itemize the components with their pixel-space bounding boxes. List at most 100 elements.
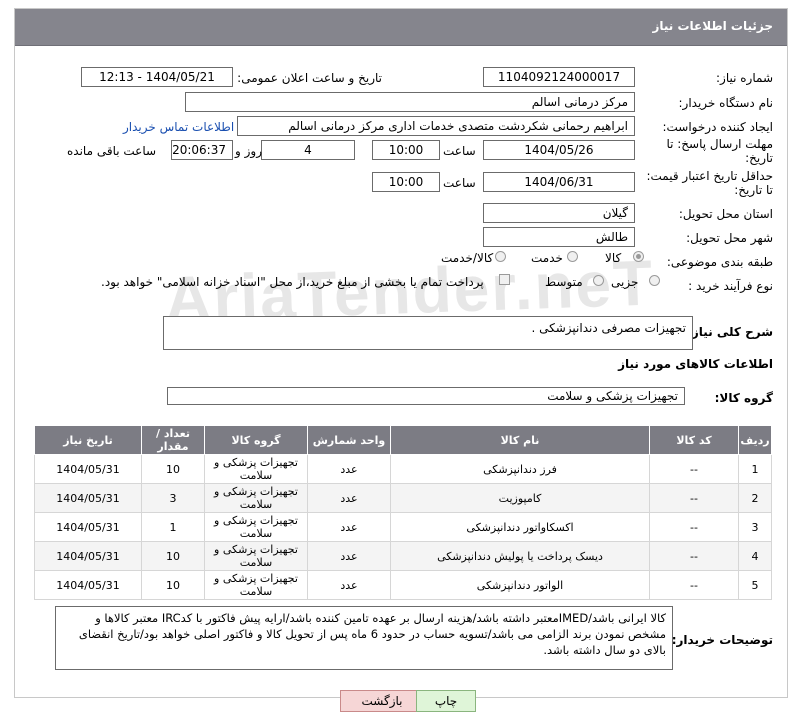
row-index: 2 [738, 483, 772, 513]
row-group: تجهیزات پزشکی و سلامت [204, 454, 308, 484]
table-row: 3 -- اکسکاواتور دندانپزشکی عدد تجهیزات پزشکی… [34, 512, 772, 542]
row-name: اکسکاواتور دندانپزشکی [390, 512, 650, 542]
deadline-label-line2: تاریخ: [745, 151, 773, 165]
goods-group-field[interactable]: تجهیزات پزشکی و سلامت [167, 387, 685, 405]
city-label: شهر محل تحویل: [686, 231, 773, 245]
row-code: -- [649, 541, 739, 571]
need-number-field[interactable]: 1104092124000017 [483, 67, 635, 87]
goods-table: ردیف کد کالا نام کالا واحد شمارش گروه کا… [34, 425, 772, 600]
category-option-both: کالا/خدمت [441, 251, 494, 265]
row-index: 1 [738, 454, 772, 484]
goods-section-title: اطلاعات کالاهای مورد نیاز [618, 357, 773, 371]
row-unit: عدد [307, 541, 391, 571]
remaining-time-field[interactable]: 20:06:37 [171, 140, 233, 160]
col-index: ردیف [738, 425, 772, 455]
remaining-time-label: ساعت باقی مانده [67, 144, 157, 158]
province-label: استان محل تحویل: [678, 207, 773, 221]
row-date: 1404/05/31 [34, 512, 142, 542]
category-radio-service[interactable] [567, 251, 578, 262]
process-radio-medium[interactable] [593, 275, 604, 286]
buyer-org-label: نام دستگاه خریدار: [678, 96, 774, 110]
category-option-service: خدمت [531, 251, 563, 265]
row-qty: 10 [141, 570, 205, 600]
buyer-notes-label: توضیحات خریدار: [671, 633, 773, 647]
need-number-label: شماره نیاز: [716, 71, 773, 85]
row-name: دیسک پرداخت یا پولیش دندانپزشکی [390, 541, 650, 571]
row-index: 3 [738, 512, 772, 542]
days-field[interactable]: 4 [261, 140, 355, 160]
row-code: -- [649, 570, 739, 600]
row-name: الواتور دندانپزشکی [390, 570, 650, 600]
col-unit: واحد شمارش [307, 425, 391, 455]
row-unit: عدد [307, 570, 391, 600]
buyer-org-field[interactable]: مرکز درمانی اسالم [185, 92, 635, 112]
category-label: طبقه بندی موضوعی: [666, 255, 773, 269]
category-radio-both[interactable] [495, 251, 506, 262]
row-group: تجهیزات پزشکی و سلامت [204, 570, 308, 600]
deadline-time-field[interactable]: 10:00 [372, 140, 440, 160]
row-qty: 1 [141, 512, 205, 542]
row-group: تجهیزات پزشکی و سلامت [204, 512, 308, 542]
deadline-label-line1: مهلت ارسال پاسخ: تا [666, 137, 773, 151]
panel-header: جزئیات اطلاعات نیاز [15, 9, 787, 46]
row-name: کامپوزیت [390, 483, 650, 513]
treasury-payment-note: پرداخت تمام یا بخشی از مبلغ خرید،از محل … [101, 275, 484, 289]
city-field[interactable]: طالش [483, 227, 635, 247]
col-code: کد کالا [649, 425, 739, 455]
announce-field[interactable]: 1404/05/21 - 12:13 [81, 67, 233, 87]
validity-label-line2: تا تاریخ: [734, 183, 773, 197]
process-option-minor: جزیی [611, 275, 639, 289]
table-row: 5 -- الواتور دندانپزشکی عدد تجهیزات پزشکی و … [34, 570, 772, 600]
row-index: 4 [738, 541, 772, 571]
table-row: 2 -- کامپوزیت عدد تجهیزات پزشکی و سلامت 3 1404… [34, 483, 772, 513]
table-row: 4 -- دیسک پرداخت یا پولیش دندانپزشکی عدد تجه… [34, 541, 772, 571]
deadline-time-label: ساعت [443, 144, 476, 158]
goods-group-label: گروه کالا: [714, 391, 773, 405]
row-qty: 3 [141, 483, 205, 513]
contact-info-link[interactable]: اطلاعات تماس خریدار [123, 120, 234, 134]
table-row: 1 -- فرز دندانپزشکی عدد تجهیزات پزشکی و سلام… [34, 454, 772, 484]
row-code: -- [649, 483, 739, 513]
row-index: 5 [738, 570, 772, 600]
print-button[interactable]: چاپ [416, 690, 476, 712]
announce-label: تاریخ و ساعت اعلان عمومی: [237, 71, 382, 85]
row-date: 1404/05/31 [34, 541, 142, 571]
validity-time-label: ساعت [443, 176, 476, 190]
row-unit: عدد [307, 454, 391, 484]
col-date: تاریخ نیاز [34, 425, 142, 455]
creator-field[interactable]: ابراهیم رحمانی شکردشت متصدی خدمات اداری … [237, 116, 635, 136]
row-date: 1404/05/31 [34, 454, 142, 484]
table-header-row: ردیف کد کالا نام کالا واحد شمارش گروه کا… [34, 425, 772, 455]
row-code: -- [649, 454, 739, 484]
days-label: روز و [235, 144, 262, 158]
col-qty: تعداد / مقدار [141, 425, 205, 455]
col-name: نام کالا [390, 425, 650, 455]
row-group: تجهیزات پزشکی و سلامت [204, 483, 308, 513]
deadline-date-field[interactable]: 1404/05/26 [483, 140, 635, 160]
summary-textarea[interactable]: تجهیزات مصرفی دندانپزشکی . [163, 316, 693, 350]
row-code: -- [649, 512, 739, 542]
category-radio-goods[interactable] [633, 251, 644, 262]
category-option-goods: کالا [605, 251, 622, 265]
process-radio-minor[interactable] [649, 275, 660, 286]
process-label: نوع فرآیند خرید : [688, 279, 773, 293]
row-date: 1404/05/31 [34, 483, 142, 513]
validity-label-line1: حداقل تاریخ اعتبار قیمت: [646, 169, 773, 183]
treasury-payment-checkbox[interactable] [499, 274, 510, 285]
process-option-medium: متوسط [545, 275, 583, 289]
row-name: فرز دندانپزشکی [390, 454, 650, 484]
row-qty: 10 [141, 454, 205, 484]
row-qty: 10 [141, 541, 205, 571]
panel-title: جزئیات اطلاعات نیاز [652, 19, 773, 33]
back-button[interactable]: بازگشت [340, 690, 424, 712]
creator-label: ایجاد کننده درخواست: [662, 120, 773, 134]
validity-time-field[interactable]: 10:00 [372, 172, 440, 192]
row-unit: عدد [307, 483, 391, 513]
validity-date-field[interactable]: 1404/06/31 [483, 172, 635, 192]
row-unit: عدد [307, 512, 391, 542]
col-group: گروه کالا [204, 425, 308, 455]
summary-label: شرح کلی نیاز: [687, 325, 773, 339]
province-field[interactable]: گیلان [483, 203, 635, 223]
buyer-notes-textarea[interactable]: کالا ایرانی باشد/IMEDمعتبر داشته باشد/هز… [55, 606, 673, 670]
row-date: 1404/05/31 [34, 570, 142, 600]
